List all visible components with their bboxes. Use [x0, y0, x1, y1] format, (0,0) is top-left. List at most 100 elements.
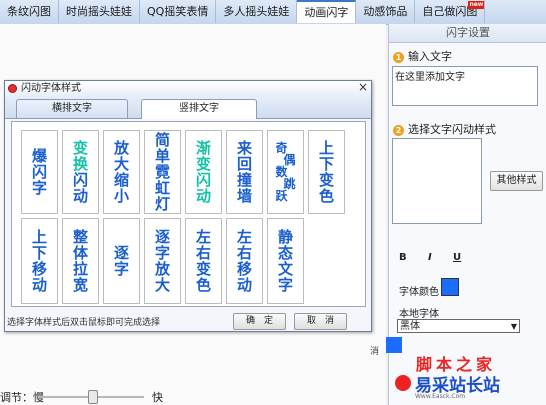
tab-horizontal-text[interactable]: 横排文字 [16, 99, 128, 118]
style-card-char: 宽 [72, 276, 88, 294]
style-card-char: 霓 [154, 163, 170, 181]
style-card-char: 下 [318, 155, 334, 173]
style-card-char: 体 [72, 244, 88, 262]
style-card-char: 文 [277, 260, 293, 278]
style-card-char: 字 [154, 244, 170, 262]
close-icon[interactable]: × [358, 80, 368, 95]
style-card-char: 放 [154, 260, 170, 278]
tab-vertical-text[interactable]: 竖排文字 [141, 99, 257, 119]
dialog-titlebar: 闪动字体样式 × [5, 80, 371, 96]
style-card-char: 变 [195, 155, 211, 173]
local-font-select[interactable]: 黑体 ▼ [397, 319, 520, 333]
style-card-char: 动 [236, 276, 252, 294]
style-card-row1-2[interactable]: 放大缩小 [103, 130, 140, 214]
speed-bar: 调节：慢 快 [0, 387, 386, 405]
style-card-char: 虹 [154, 179, 170, 197]
style-card-char: 回 [236, 155, 252, 173]
style-card-row1-7[interactable]: 上下变色 [308, 130, 345, 214]
dialog-status-text: 选择字体样式后双击鼠标即可完成选择 [7, 318, 161, 328]
tab-6[interactable]: 自己做闪图 new [415, 0, 486, 23]
style-card-char: 字 [113, 260, 129, 278]
style-card-row2-5[interactable]: 左右移动 [226, 218, 263, 304]
style-card-row1-0[interactable]: 爆闪字 [21, 130, 58, 214]
tab-2[interactable]: QQ摇笑表情 [140, 0, 217, 23]
color-swatch[interactable] [386, 337, 402, 353]
style-card-char: 动 [195, 187, 211, 205]
style-card-char: 闪 [72, 171, 88, 189]
style-card-row1-5[interactable]: 来回撞墙 [226, 130, 263, 214]
style-card-row2-4[interactable]: 左右变色 [185, 218, 222, 304]
tab-5[interactable]: 动感饰品 [356, 0, 416, 23]
step1-number: 1 [393, 51, 404, 63]
speed-slider-thumb[interactable] [88, 390, 98, 404]
other-style-button[interactable]: 其他样式 [490, 171, 543, 191]
style-card-char: 墙 [236, 187, 252, 205]
italic-button[interactable]: I [428, 252, 432, 263]
speed-fast-label: 快 [152, 391, 163, 404]
step2-label: 2 选择文字闪动样式 [393, 121, 496, 137]
style-card-row1-1[interactable]: 变换闪动 [62, 130, 99, 214]
style-card-char: 整 [72, 228, 88, 246]
underline-button[interactable]: U [453, 252, 461, 263]
style-card-row1-3[interactable]: 简单霓虹灯 [144, 130, 181, 214]
side-label: 消 [370, 347, 380, 357]
style-card-char: 换 [72, 155, 88, 173]
watermark-url: Www.Easck.Com [415, 393, 466, 400]
bold-button[interactable]: B [399, 252, 407, 263]
style-card-row1-4[interactable]: 渐变闪动 [185, 130, 222, 214]
style-card-row2-3[interactable]: 逐字放大 [144, 218, 181, 304]
style-card-char: 闪 [195, 171, 211, 189]
app-icon [8, 84, 17, 93]
format-toolbar: B I U [392, 250, 542, 268]
style-card-char: 变 [195, 260, 211, 278]
font-color-swatch[interactable] [441, 278, 459, 296]
tab-3[interactable]: 多人摇头娃娃 [216, 0, 298, 23]
style-card-char: 逐 [113, 244, 129, 262]
style-card-char: 单 [154, 147, 170, 165]
watermark-logo: 易采站长站 Www.Easck.Com [393, 369, 546, 403]
style-card-row2-2[interactable]: 逐字 [103, 218, 140, 304]
style-preview-box[interactable] [392, 138, 482, 224]
settings-panel: 闪字设置 1 输入文字 在这里添加文字 2 选择文字闪动样式 其他样式 B I U … [388, 24, 546, 405]
logo-icon [395, 375, 411, 391]
style-card-char: 撞 [236, 171, 252, 189]
style-dialog: 闪动字体样式 × 横排文字 竖排文字 爆闪字变换闪动放大缩小简单霓虹灯渐变闪动来… [4, 80, 372, 332]
style-card-char: 放 [113, 139, 129, 157]
tab-0[interactable]: 条纹闪图 [0, 0, 59, 23]
step2-text: 选择文字闪动样式 [408, 123, 496, 136]
style-card-char: 色 [195, 276, 211, 294]
style-card-char: 简 [154, 131, 170, 149]
step2-number: 2 [393, 124, 404, 136]
style-card-row2-6[interactable]: 静态文字 [267, 218, 304, 304]
style-card-char: 小 [113, 187, 129, 205]
tab-label: QQ摇笑表情 [147, 5, 209, 18]
style-card-char: 跃 [275, 189, 288, 203]
style-card-char: 变 [72, 139, 88, 157]
style-card-char: 静 [277, 228, 293, 246]
style-card-char: 灯 [154, 195, 170, 213]
style-card-char: 下 [31, 244, 47, 262]
style-card-char: 左 [236, 228, 252, 246]
new-badge: new [468, 1, 485, 9]
top-tabbar: 条纹闪图 时尚摇头娃娃 QQ摇笑表情 多人摇头娃娃 动画闪字 动感饰品 自己做闪图 new [0, 0, 546, 25]
tab-label: 条纹闪图 [7, 5, 51, 18]
cancel-button[interactable]: 取 消 [294, 313, 347, 330]
tab-1[interactable]: 时尚摇头娃娃 [59, 0, 140, 23]
ok-button[interactable]: 确 定 [233, 313, 286, 330]
text-input[interactable]: 在这里添加文字 [392, 66, 538, 106]
style-card-char: 移 [236, 260, 252, 278]
style-card-char: 动 [31, 276, 47, 294]
step1-text: 输入文字 [408, 50, 452, 63]
style-card-row2-1[interactable]: 整体拉宽 [62, 218, 99, 304]
style-card-row1-6[interactable]: 奇偶数跳跃 [267, 130, 304, 214]
style-card-row2-0[interactable]: 上下移动 [21, 218, 58, 304]
style-card-char: 色 [318, 187, 334, 205]
style-card-char: 移 [31, 260, 47, 278]
style-card-char: 右 [236, 244, 252, 262]
tab-4[interactable]: 动画闪字 [297, 0, 357, 23]
style-card-char: 大 [113, 155, 129, 173]
font-color-label: 字体颜色 [399, 287, 439, 298]
tab-label: 多人摇头娃娃 [223, 5, 290, 18]
style-card-char: 右 [195, 244, 211, 262]
style-card-char: 拉 [72, 260, 88, 278]
